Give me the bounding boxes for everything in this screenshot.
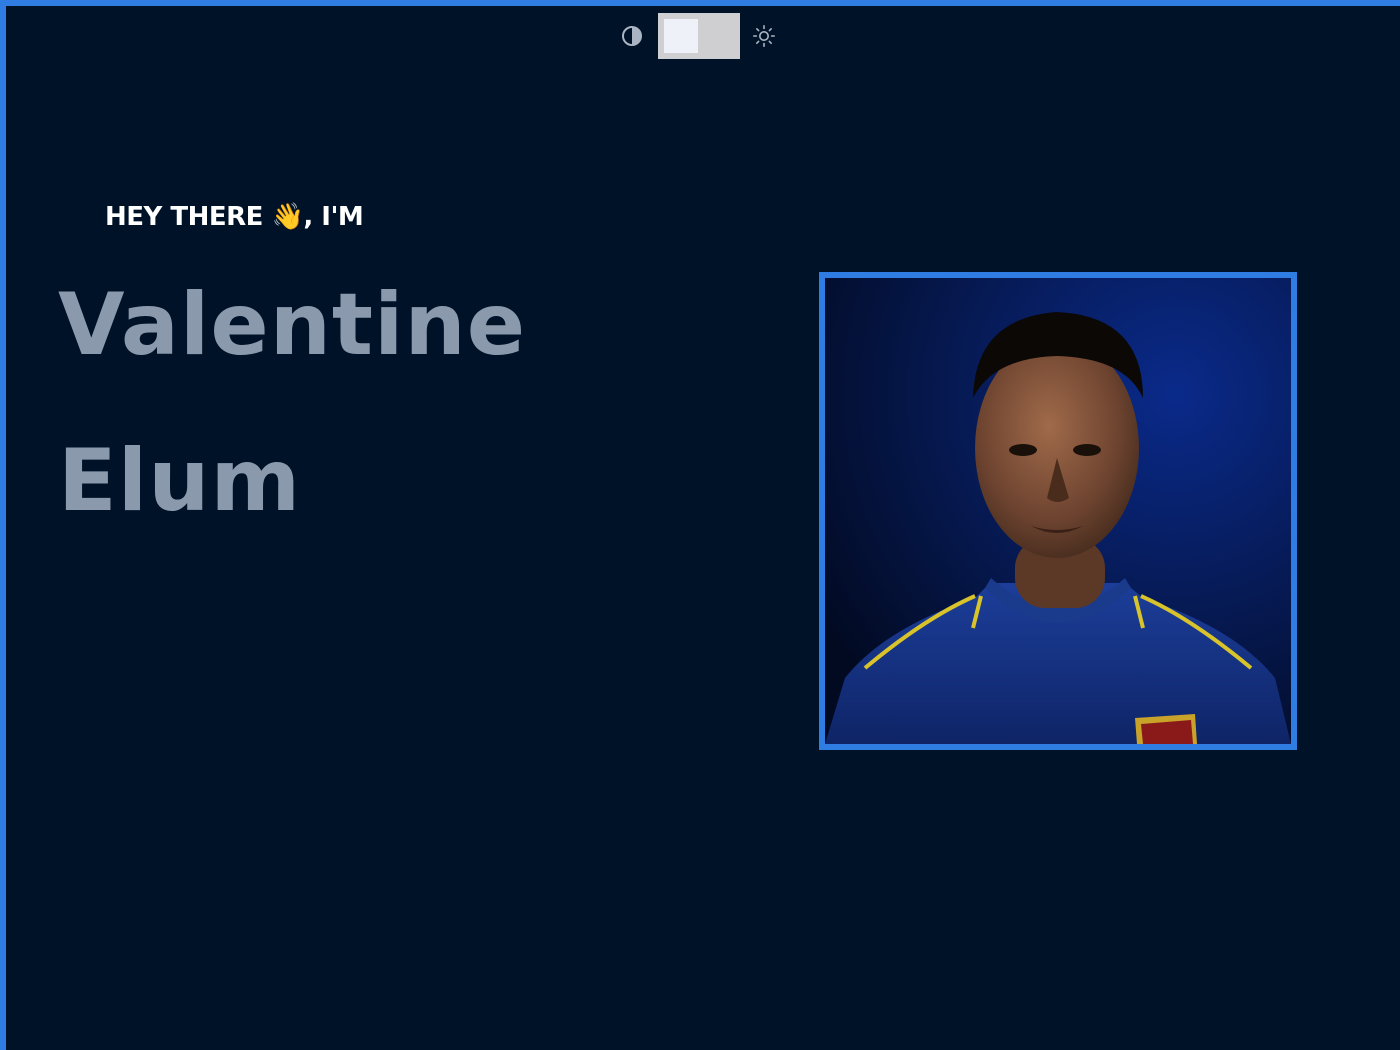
profile-photo-frame <box>819 272 1297 750</box>
page: HEY THERE 👋, I'M Valentine Elum <box>6 6 1400 1050</box>
hero-first-name: Valentine <box>58 275 527 375</box>
theme-switcher <box>620 13 776 59</box>
theme-toggle[interactable] <box>658 13 740 59</box>
toggle-knob[interactable] <box>664 19 698 53</box>
contrast-icon <box>620 24 644 48</box>
sun-icon <box>752 24 776 48</box>
hero-greeting: HEY THERE 👋, I'M <box>105 202 364 232</box>
hero-last-name: Elum <box>58 431 302 531</box>
portrait-photo <box>825 278 1291 744</box>
